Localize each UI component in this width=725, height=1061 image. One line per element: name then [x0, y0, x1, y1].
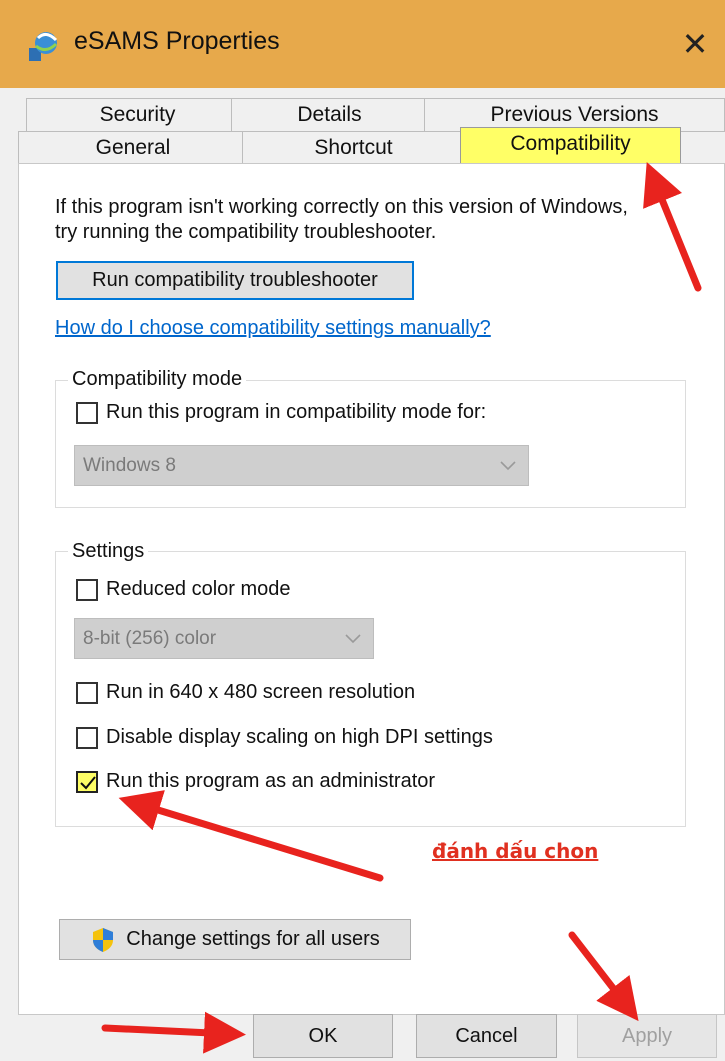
compat-settings-link[interactable]: How do I choose compatibility settings m…: [55, 317, 491, 340]
annotation-text: đánh dấu chon: [432, 839, 599, 863]
chevron-down-icon: [345, 634, 361, 644]
tab-security[interactable]: Security: [26, 98, 249, 132]
dpi-scaling-label: Disable display scaling on high DPI sett…: [106, 726, 493, 748]
res-640-checkbox[interactable]: [76, 682, 98, 704]
reduced-color-label: Reduced color mode: [106, 578, 291, 600]
intro-line-1: If this program isn't working correctly …: [55, 196, 628, 218]
uac-shield-icon: [93, 928, 113, 952]
apply-button[interactable]: Apply: [577, 1014, 717, 1058]
compat-mode-checkbox-label: Run this program in compatibility mode f…: [106, 401, 487, 423]
arrow-to-ok-button: [101, 1011, 246, 1054]
color-depth-select-value: 8-bit (256) color: [83, 628, 217, 649]
window-title: eSAMS Properties: [74, 27, 280, 55]
app-icon: [29, 32, 58, 61]
change-settings-all-users-button[interactable]: Change settings for all users: [59, 919, 411, 960]
run-as-admin-checkbox[interactable]: [76, 771, 98, 793]
dpi-scaling-checkbox[interactable]: [76, 727, 98, 749]
compat-mode-checkbox[interactable]: [76, 402, 98, 424]
compatibility-mode-label: Compatibility mode: [68, 368, 247, 391]
compat-os-select-value: Windows 8: [83, 455, 176, 476]
ok-button[interactable]: OK: [253, 1014, 393, 1058]
close-icon: ✕: [681, 26, 709, 62]
intro-line-2: try running the compatibility troublesho…: [55, 221, 437, 243]
close-button[interactable]: ✕: [665, 14, 725, 74]
tab-shortcut[interactable]: Shortcut: [242, 131, 465, 165]
title-bar: eSAMS Properties ✕: [0, 0, 725, 88]
cancel-button[interactable]: Cancel: [416, 1014, 557, 1058]
tab-row-front: General Shortcut Compatibility: [18, 127, 725, 165]
compatibility-mode-group: [55, 380, 686, 508]
color-depth-select[interactable]: 8-bit (256) color: [74, 618, 374, 659]
tab-details[interactable]: Details: [231, 98, 428, 132]
compat-os-select[interactable]: Windows 8: [74, 445, 529, 486]
settings-label: Settings: [68, 540, 149, 563]
run-troubleshooter-button[interactable]: Run compatibility troubleshooter: [56, 261, 414, 300]
checkmark-icon: [80, 776, 96, 790]
chevron-down-icon: [500, 461, 516, 471]
tab-general[interactable]: General: [18, 131, 248, 165]
reduced-color-checkbox[interactable]: [76, 579, 98, 601]
compatibility-panel: If this program isn't working correctly …: [18, 163, 725, 1015]
run-as-admin-label: Run this program as an administrator: [106, 770, 436, 792]
tab-compatibility[interactable]: Compatibility: [460, 127, 681, 165]
res-640-label: Run in 640 x 480 screen resolution: [106, 681, 416, 703]
